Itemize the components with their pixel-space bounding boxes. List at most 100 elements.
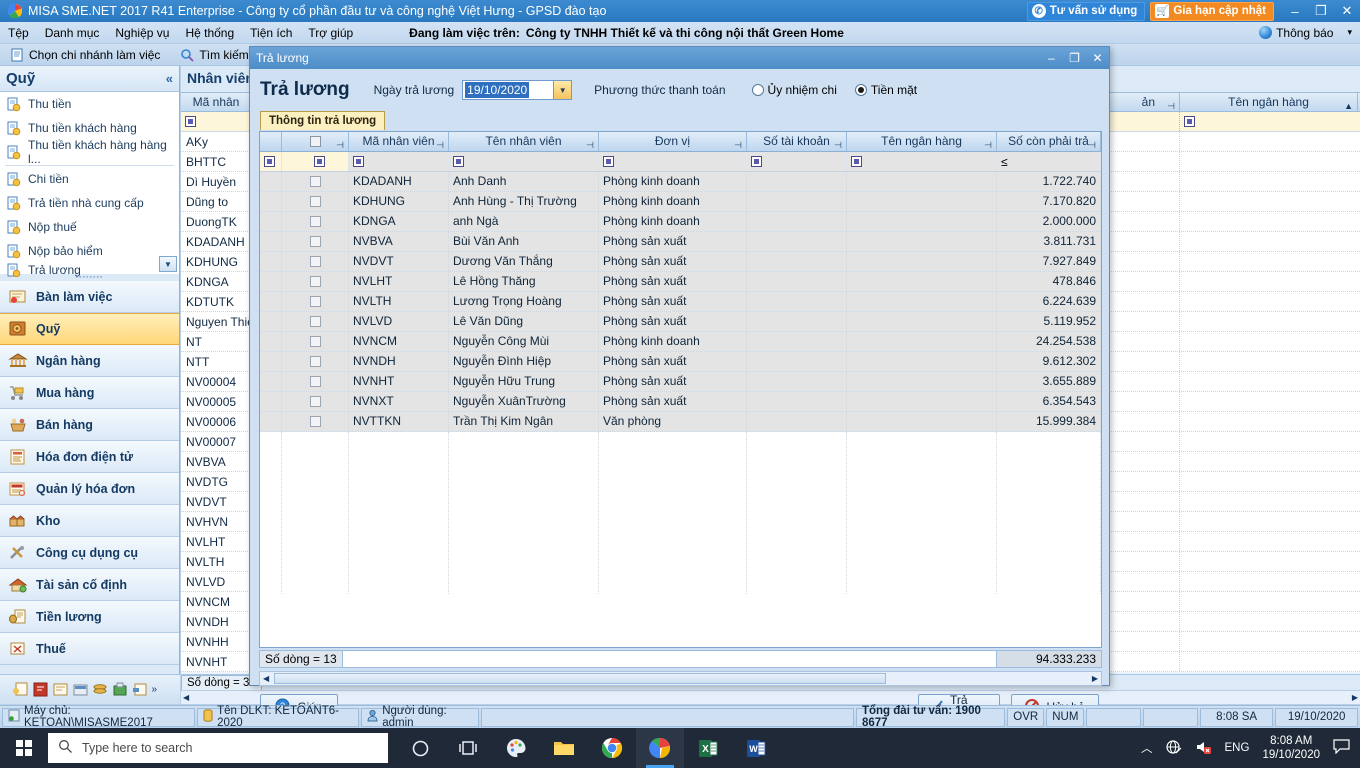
calendar-dropdown-icon[interactable]: ▼ [553,81,572,99]
table-row[interactable]: KDHUNG Anh Hùng - Thị Trường Phòng kinh do… [260,192,1101,212]
row-select-checkbox[interactable] [309,196,321,207]
caret-left-icon[interactable]: ◀ [263,674,269,683]
sidebar-nav-cong-cu-dung-cu[interactable]: Công cụ dụng cụ [0,537,179,569]
table-row[interactable]: NVBVA Bùi Văn Anh Phòng sản xuất 3.811.731 [260,232,1101,252]
row-select-checkbox[interactable] [309,236,321,247]
row-select-checkbox[interactable] [309,256,321,267]
payroll-hscrollbar[interactable]: ◀ ▶ [259,671,1102,686]
app-minimize-button[interactable]: – [1282,0,1308,22]
table-row[interactable]: NVLTH Lương Trọng Hoàng Phòng sản xuất 6.22… [260,292,1101,312]
notification-area[interactable]: Thông báo ▾ [1259,26,1360,40]
tray-icon-4[interactable] [72,682,89,697]
sidebar-nav-ban-hang[interactable]: Bán hàng [0,409,179,441]
taskbar-search-input[interactable]: Type here to search [48,733,388,763]
payroll-column-header[interactable]: Đơn vị ⊣ [599,132,747,151]
table-row[interactable]: KDADANH Anh Danh Phòng kinh doanh 1.722.740 [260,172,1101,192]
filter-operator-icon[interactable] [353,156,364,167]
renew-button[interactable]: 🛒 Gia hạn cập nhật [1150,1,1274,21]
task-view-icon[interactable] [444,728,492,768]
sidebar-nav-hoa-don-dien-tu[interactable]: Hóa đơn điện tử [0,441,179,473]
pin-icon[interactable]: ⊣ [834,136,842,155]
row-select-checkbox[interactable] [309,336,321,347]
filter-operator-icon[interactable] [603,156,614,167]
payroll-filter-cell[interactable] [260,152,282,171]
action-center-icon[interactable] [1333,739,1350,757]
row-select-checkbox[interactable] [309,396,321,407]
sidebar-nav-quan-ly-hoa-don[interactable]: Quản lý hóa đơn [0,473,179,505]
sidebar-item-thu-tien[interactable]: Thu tiền [0,92,179,116]
row-select-checkbox[interactable] [309,356,321,367]
payroll-filter-cell[interactable] [847,152,997,171]
chevrons-right-icon[interactable]: » [152,682,169,697]
filter-operator-icon[interactable] [453,156,464,167]
pin-icon[interactable]: ⊣ [436,136,444,155]
sidebar-item-nop-bao-hiem[interactable]: Nộp bảo hiểm [0,239,179,263]
consult-button[interactable]: ✆ Tư vấn sử dụng [1026,1,1146,21]
filter-operator-icon[interactable] [185,116,196,127]
tray-icon-1[interactable] [12,682,29,697]
payment-option-uy-nhiem-chi[interactable]: Ủy nhiệm chi [751,83,837,97]
chevron-up-icon[interactable]: ︿ [1141,740,1153,756]
payroll-column-header[interactable]: Số tài khoản ⊣ [747,132,847,151]
sidebar-item-nop-thue[interactable]: Nộp thuế [0,215,179,239]
app-restore-button[interactable]: ❐ [1308,0,1334,22]
payroll-filter-cell[interactable] [449,152,599,171]
tray-icon-6[interactable] [112,682,129,697]
menu-item-he-thong[interactable]: Hệ thống [177,22,242,44]
row-select-checkbox[interactable] [309,216,321,227]
table-row[interactable]: NVDVT Dương Văn Thắng Phòng sản xuất 7.927.… [260,252,1101,272]
dialog-minimize-button[interactable]: – [1040,47,1063,69]
filter-operator-icon[interactable] [1184,116,1195,127]
row-select-checkbox[interactable] [309,276,321,287]
bg-column-ten-ngan-hang[interactable]: Tên ngân hàng ▲ [1180,92,1358,112]
filter-operator[interactable]: ≤ [1001,155,1008,169]
tray-icon-2[interactable] [32,682,49,697]
table-row[interactable]: NVNHT Nguyễn Hữu Trung Phòng sản xuất 3.655… [260,372,1101,392]
caret-right-icon[interactable]: ▶ [1092,674,1098,683]
table-row[interactable]: NVTTKN Trần Thị Kim Ngân Văn phòng 15.999.3… [260,412,1101,432]
sidebar-item-thu-tien-khach-hang[interactable]: Thu tiền khách hàng [0,116,179,140]
sidebar-nav-mua-hang[interactable]: Mua hàng [0,377,179,409]
menu-item-tep[interactable]: Tệp [0,22,37,44]
pin-icon[interactable]: ⊣ [336,136,344,155]
coccoc-icon[interactable] [636,728,684,768]
word-icon[interactable]: W [732,728,780,768]
chevron-double-left-icon[interactable]: « [166,71,173,86]
caret-down-icon[interactable]: ▼ [159,256,177,272]
sidebar-nav-ban-lam-viec[interactable]: Bàn làm việc [0,281,179,313]
language-indicator[interactable]: ENG [1225,742,1250,754]
table-row[interactable]: KDNGA anh Ngà Phòng kinh doanh 2.000.000 [260,212,1101,232]
excel-icon[interactable]: X [684,728,732,768]
payroll-filter-cell[interactable] [599,152,747,171]
payroll-filter-cell[interactable]: ≤ [997,152,1101,171]
payroll-column-header[interactable] [260,132,282,151]
payroll-filter-cell[interactable] [349,152,449,171]
dialog-close-button[interactable]: ✕ [1086,47,1109,69]
chevron-down-icon[interactable]: ▾ [1347,27,1352,38]
filter-operator-icon[interactable] [314,156,325,167]
select-branch-button[interactable]: Chọn chi nhánh làm việc [0,48,170,62]
sidebar-item-tra-tien-nha-cung-cap[interactable]: Trả tiền nhà cung cấp [0,191,179,215]
row-select-checkbox[interactable] [309,376,321,387]
row-select-checkbox[interactable] [309,416,321,427]
row-select-checkbox[interactable] [309,176,321,187]
chrome-icon[interactable] [588,728,636,768]
payroll-filter-row[interactable]: ≤ [260,152,1101,172]
pin-icon[interactable]: ⊣ [586,136,594,155]
filter-operator-icon[interactable] [751,156,762,167]
sidebar-item-tra-luong[interactable]: Trả lương [0,263,179,277]
sidebar-nav-tai-san-co-dinh[interactable]: Tài sản cố định [0,569,179,601]
sidebar-nav-kho[interactable]: Kho [0,505,179,537]
pin-icon[interactable]: ⊣ [734,136,742,155]
sidebar-nav-thue[interactable]: Thuế [0,633,179,665]
pin-icon[interactable]: ⊣ [1088,136,1096,155]
windows-start-icon[interactable] [0,728,48,768]
payroll-filter-cell[interactable] [747,152,847,171]
row-select-checkbox[interactable] [309,316,321,327]
sidebar-item-thu-tien-khach-hang-hang-loat[interactable]: Thu tiền khách hàng hàng l... [0,138,179,166]
sidebar-nav-quy[interactable]: Quỹ [0,313,179,345]
tray-icon-7[interactable] [132,682,149,697]
sidebar-nav-ngan-hang[interactable]: Ngân hàng [0,345,179,377]
app-close-button[interactable]: ✕ [1334,0,1360,22]
payment-option-tien-mat[interactable]: Tiền mặt [854,83,917,97]
